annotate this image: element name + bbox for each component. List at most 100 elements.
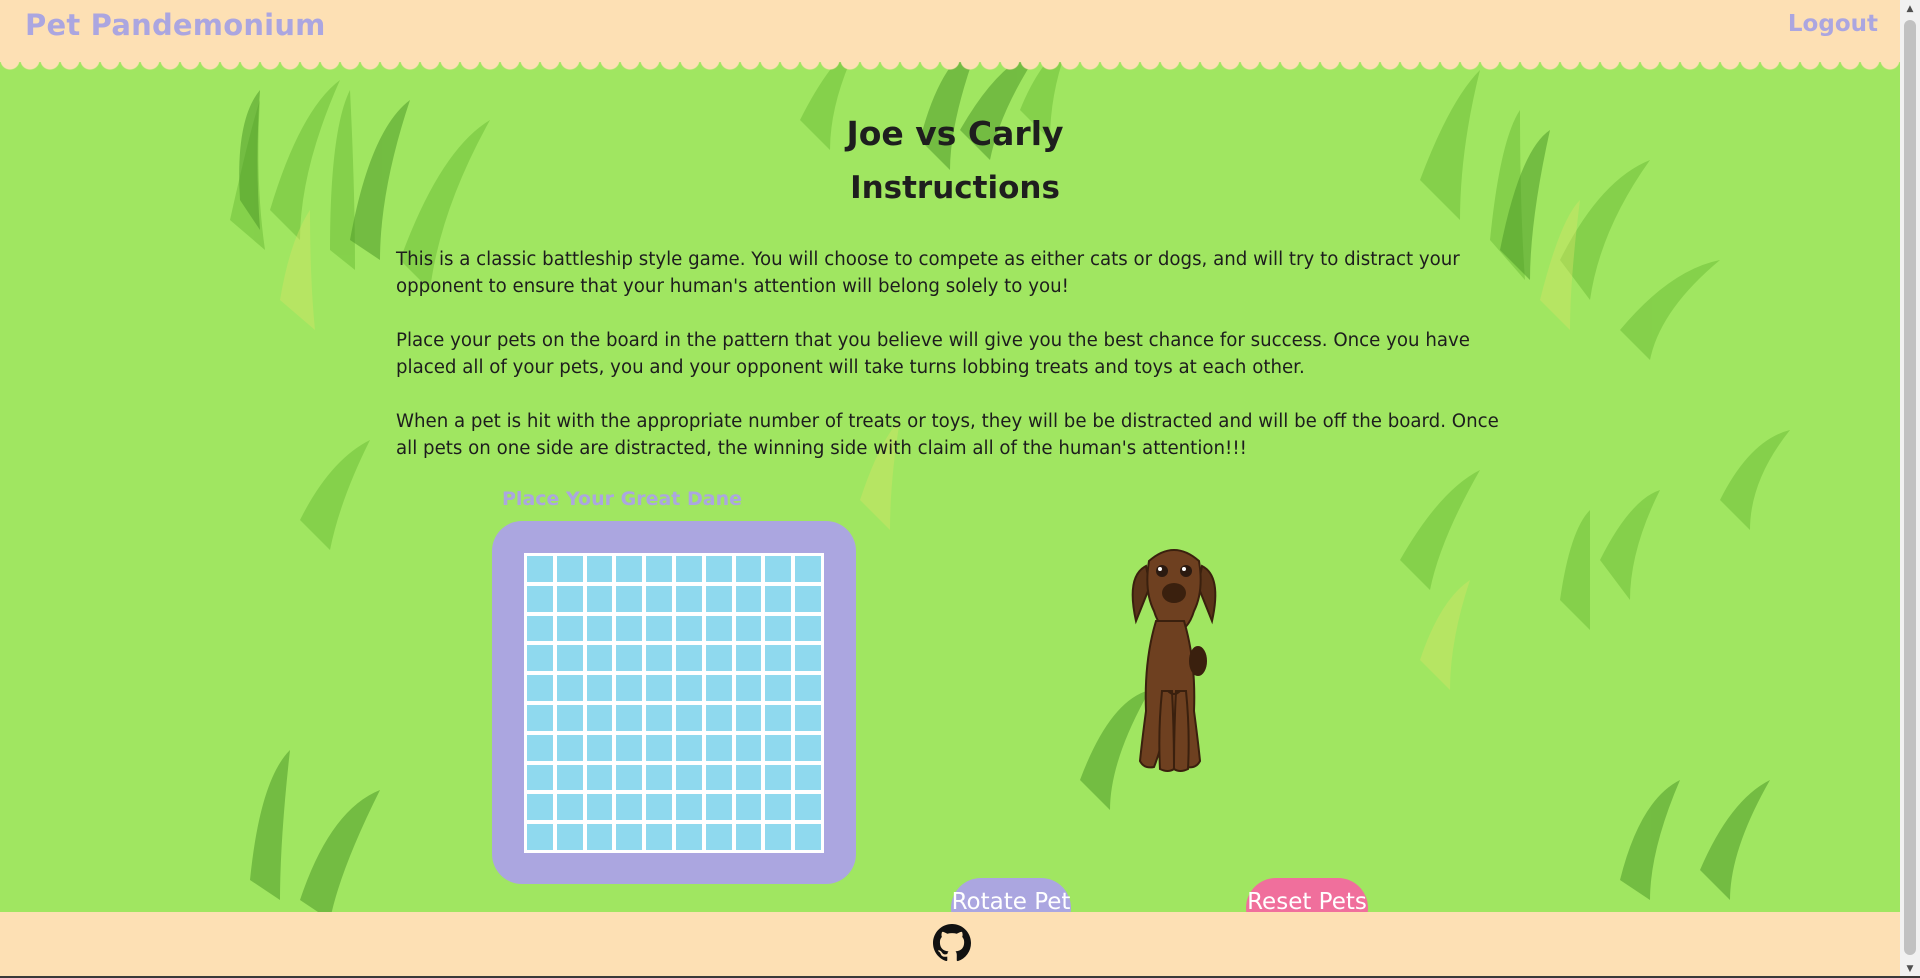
board-cell[interactable]: [586, 556, 613, 582]
board-cell[interactable]: [795, 585, 821, 612]
board-cell[interactable]: [735, 794, 762, 821]
board-cell[interactable]: [586, 734, 613, 761]
board-cell[interactable]: [616, 556, 643, 582]
board-cell[interactable]: [765, 615, 792, 642]
board-cell[interactable]: [586, 615, 613, 642]
github-icon[interactable]: [933, 924, 971, 962]
board-cell[interactable]: [735, 585, 762, 612]
board-cell[interactable]: [675, 764, 702, 791]
board-cell[interactable]: [705, 645, 732, 672]
board-cell[interactable]: [795, 734, 821, 761]
board-cell[interactable]: [765, 704, 792, 731]
board-cell[interactable]: [616, 764, 643, 791]
scroll-thumb[interactable]: [1904, 20, 1916, 955]
board-cell[interactable]: [556, 704, 583, 731]
board-cell[interactable]: [735, 824, 762, 850]
board-cell[interactable]: [795, 704, 821, 731]
board-cell[interactable]: [556, 675, 583, 701]
board-cell[interactable]: [675, 824, 702, 850]
board-cell[interactable]: [586, 585, 613, 612]
board-cell[interactable]: [586, 675, 613, 701]
board-cell[interactable]: [675, 585, 702, 612]
board-cell[interactable]: [735, 734, 762, 761]
board-cell[interactable]: [765, 675, 792, 701]
board-cell[interactable]: [705, 764, 732, 791]
board-cell[interactable]: [705, 794, 732, 821]
board-cell[interactable]: [556, 615, 583, 642]
board-cell[interactable]: [675, 734, 702, 761]
board-cell[interactable]: [795, 615, 821, 642]
board-cell[interactable]: [556, 794, 583, 821]
board-cell[interactable]: [586, 794, 613, 821]
board-cell[interactable]: [556, 645, 583, 672]
board-cell[interactable]: [705, 556, 732, 582]
board-cell[interactable]: [527, 704, 553, 731]
board-cell[interactable]: [646, 764, 672, 791]
board-cell[interactable]: [675, 645, 702, 672]
board-cell[interactable]: [765, 794, 792, 821]
board-cell[interactable]: [556, 824, 583, 850]
board-cell[interactable]: [765, 734, 792, 761]
board-cell[interactable]: [527, 794, 553, 821]
board-cell[interactable]: [616, 645, 643, 672]
board-cell[interactable]: [527, 764, 553, 791]
board-cell[interactable]: [646, 794, 672, 821]
board-cell[interactable]: [616, 585, 643, 612]
board-cell[interactable]: [646, 704, 672, 731]
great-dane-dog-icon[interactable]: [1124, 541, 1224, 777]
board-cell[interactable]: [735, 615, 762, 642]
board-cell[interactable]: [556, 764, 583, 791]
board-cell[interactable]: [527, 645, 553, 672]
board-cell[interactable]: [675, 704, 702, 731]
board-cell[interactable]: [705, 824, 732, 850]
board-cell[interactable]: [527, 734, 553, 761]
board-cell[interactable]: [795, 645, 821, 672]
board-cell[interactable]: [646, 675, 672, 701]
board-cell[interactable]: [616, 704, 643, 731]
board-cell[interactable]: [646, 615, 672, 642]
board-cell[interactable]: [616, 794, 643, 821]
board-cell[interactable]: [735, 764, 762, 791]
board-cell[interactable]: [705, 585, 732, 612]
board-cell[interactable]: [675, 794, 702, 821]
board-cell[interactable]: [646, 824, 672, 850]
board-cell[interactable]: [527, 615, 553, 642]
board-cell[interactable]: [765, 585, 792, 612]
logout-link[interactable]: Logout: [1788, 11, 1878, 37]
board-cell[interactable]: [616, 734, 643, 761]
page-scrollbar[interactable]: ▲ ▼: [1900, 0, 1920, 978]
board-cell[interactable]: [616, 675, 643, 701]
board-cell[interactable]: [735, 556, 762, 582]
scroll-up-arrow-icon[interactable]: ▲: [1900, 0, 1920, 18]
board-cell[interactable]: [795, 764, 821, 791]
board-cell[interactable]: [795, 675, 821, 701]
board-cell[interactable]: [556, 585, 583, 612]
board-cell[interactable]: [795, 556, 821, 582]
board-cell[interactable]: [586, 764, 613, 791]
board-cell[interactable]: [795, 794, 821, 821]
board-cell[interactable]: [646, 645, 672, 672]
board-cell[interactable]: [765, 556, 792, 582]
board-cell[interactable]: [705, 615, 732, 642]
board-cell[interactable]: [705, 675, 732, 701]
board-cell[interactable]: [765, 824, 792, 850]
board-cell[interactable]: [675, 556, 702, 582]
board-cell[interactable]: [646, 734, 672, 761]
board-cell[interactable]: [556, 734, 583, 761]
board-cell[interactable]: [586, 704, 613, 731]
board-cell[interactable]: [675, 675, 702, 701]
board-cell[interactable]: [616, 615, 643, 642]
board-cell[interactable]: [675, 615, 702, 642]
board-cell[interactable]: [765, 764, 792, 791]
board-cell[interactable]: [527, 556, 553, 582]
board-cell[interactable]: [735, 645, 762, 672]
board-cell[interactable]: [527, 585, 553, 612]
board-cell[interactable]: [795, 824, 821, 850]
board-cell[interactable]: [705, 734, 732, 761]
brand-logo[interactable]: Pet Pandemonium: [25, 8, 326, 42]
board-cell[interactable]: [586, 645, 613, 672]
board-cell[interactable]: [705, 704, 732, 731]
board-cell[interactable]: [556, 556, 583, 582]
board-cell[interactable]: [735, 704, 762, 731]
board-cell[interactable]: [646, 556, 672, 582]
